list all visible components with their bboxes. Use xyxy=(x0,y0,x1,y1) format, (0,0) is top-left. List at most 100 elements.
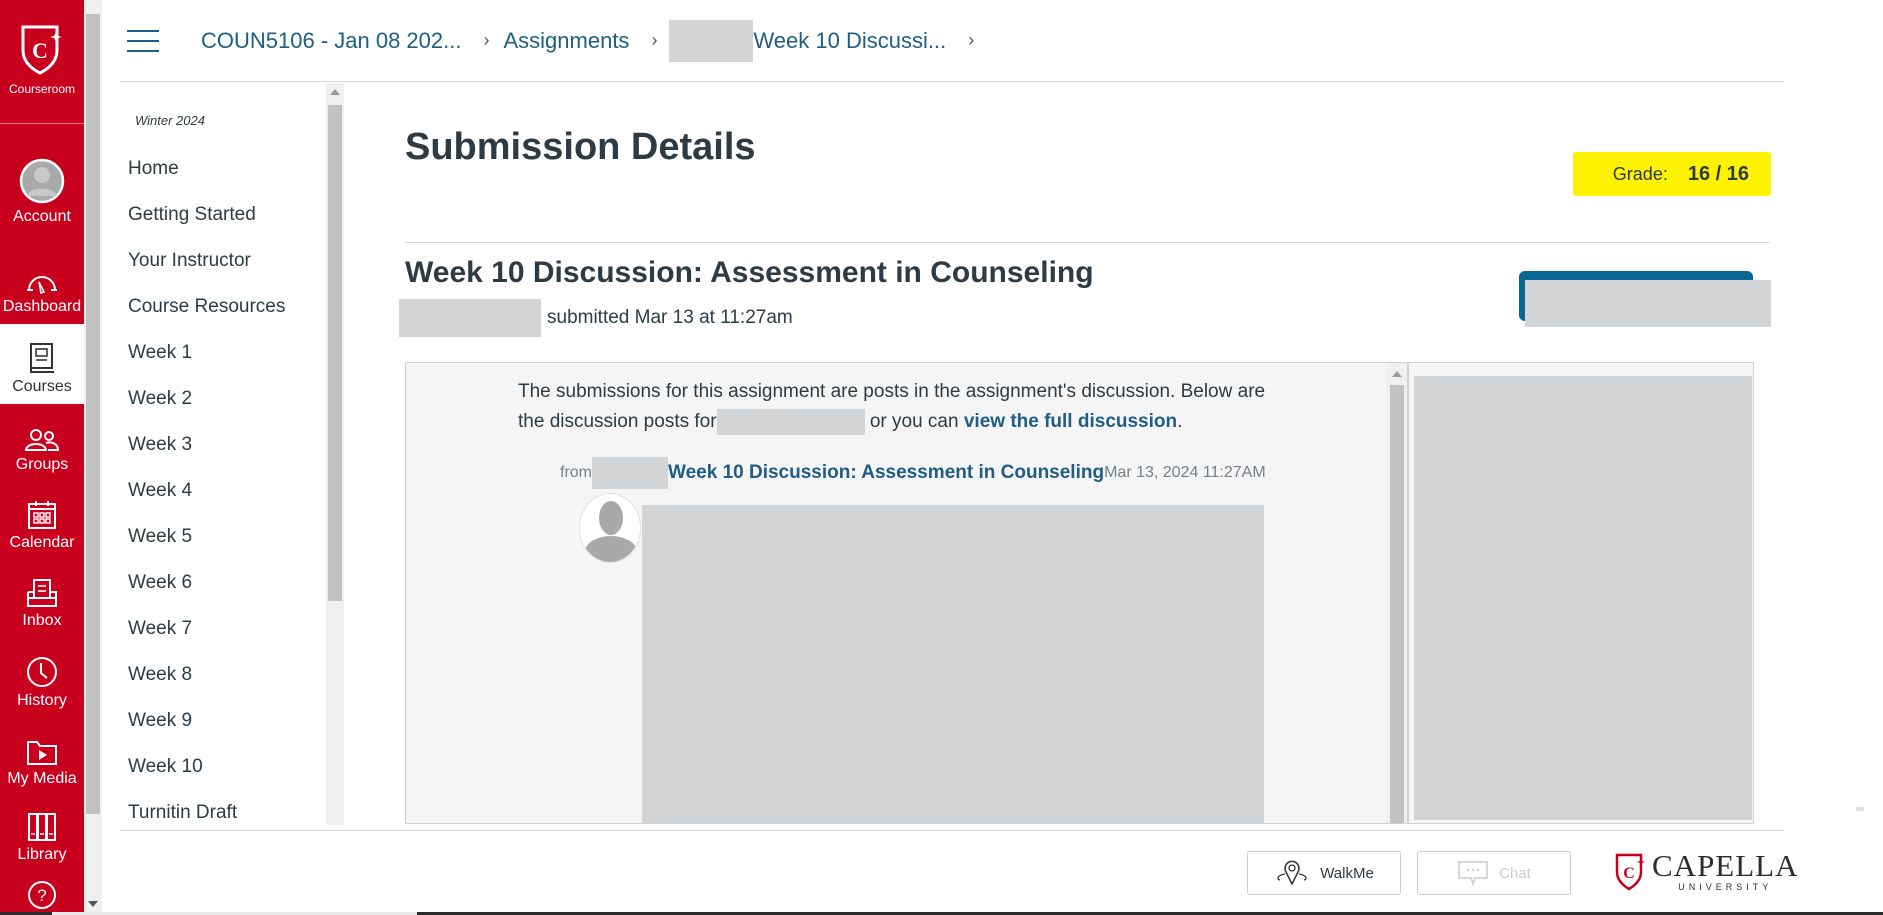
divider xyxy=(405,242,1770,243)
scroll-down-arrow-icon[interactable] xyxy=(88,901,98,907)
page-scrollbar[interactable] xyxy=(84,0,102,915)
help-question-icon: ? xyxy=(28,881,56,909)
default-avatar-icon xyxy=(585,501,637,562)
global-nav-help[interactable]: ? xyxy=(0,872,84,915)
hamburger-icon-line xyxy=(127,29,159,32)
global-nav-label: History xyxy=(17,692,67,709)
course-nav-week-7[interactable]: Week 7 xyxy=(128,618,192,640)
global-nav-inbox[interactable]: Inbox xyxy=(0,560,84,638)
breadcrumb-assignments[interactable]: Assignments xyxy=(503,28,629,54)
course-nav-week-6[interactable]: Week 6 xyxy=(128,572,192,594)
global-nav-label: Calendar xyxy=(9,534,75,551)
page-title: Submission Details xyxy=(405,126,756,168)
author-avatar[interactable] xyxy=(579,493,641,563)
svg-text:C: C xyxy=(1623,865,1635,882)
chat-button[interactable]: Chat xyxy=(1417,851,1571,895)
redacted-student-name xyxy=(716,408,865,435)
course-nav-getting-started[interactable]: Getting Started xyxy=(128,204,256,226)
global-nav-my-media[interactable]: My Media xyxy=(0,718,84,796)
walkme-label: WalkMe xyxy=(1320,864,1374,882)
library-books-icon xyxy=(28,813,56,841)
global-nav-label: Groups xyxy=(15,456,69,473)
calendar-icon xyxy=(28,501,56,529)
courseroom-logo-link[interactable]: C Courseroom xyxy=(0,0,84,124)
global-nav: C Courseroom Account Dashboard Courses G… xyxy=(0,0,84,915)
course-nav-week-2[interactable]: Week 2 xyxy=(128,388,192,410)
course-nav: Winter 2024 Home Getting Started Your In… xyxy=(120,83,346,825)
svg-text:C: C xyxy=(32,38,48,63)
grade-value: 16 / 16 xyxy=(1687,162,1749,185)
courseroom-label: Courseroom xyxy=(8,82,76,96)
breadcrumb-assignment[interactable]: Week 10 Discussi... xyxy=(753,28,946,54)
page-header: COUN5106 - Jan 08 202... › Assignments ›… xyxy=(120,0,1784,82)
redacted-action-label xyxy=(1525,280,1771,327)
submission-frame-scrollbar[interactable] xyxy=(1386,363,1407,823)
scroll-up-arrow-icon[interactable] xyxy=(330,89,340,95)
global-nav-groups[interactable]: Groups xyxy=(0,404,84,482)
global-nav-history[interactable]: History xyxy=(0,638,84,718)
page-scrollbar-thumb[interactable] xyxy=(86,14,100,814)
dashboard-gauge-icon xyxy=(27,276,57,294)
submission-meta: submitted Mar 13 at 11:27am xyxy=(399,299,793,337)
redacted-post-content xyxy=(642,505,1264,823)
hamburger-icon-line xyxy=(127,49,159,52)
account-avatar-icon xyxy=(19,158,65,204)
global-nav-account[interactable]: Account xyxy=(0,150,84,234)
course-nav-week-5[interactable]: Week 5 xyxy=(128,526,192,548)
redacted-student-name xyxy=(399,299,541,337)
grade-label: Grade: xyxy=(1612,163,1668,184)
chevron-right-icon: › xyxy=(968,30,975,50)
course-nav-course-resources[interactable]: Course Resources xyxy=(128,296,285,318)
course-nav-week-3[interactable]: Week 3 xyxy=(128,434,192,456)
grade-display: Grade: 16 / 16 xyxy=(1573,152,1771,196)
redacted-author xyxy=(592,457,668,489)
rubric-comments-panel xyxy=(1408,362,1754,824)
chevron-right-icon: › xyxy=(483,30,490,50)
scroll-up-arrow-icon[interactable] xyxy=(1392,371,1402,377)
walkme-pin-icon xyxy=(1277,860,1307,886)
submission-frame-scrollbar-thumb[interactable] xyxy=(1390,385,1404,823)
course-nav-week-8[interactable]: Week 8 xyxy=(128,664,192,686)
submission-frame: The submissions for this assignment are … xyxy=(405,362,1408,824)
intro-text-2: or you can xyxy=(869,411,959,432)
course-menu-toggle[interactable] xyxy=(127,29,159,52)
submitted-timestamp: submitted Mar 13 at 11:27am xyxy=(547,307,793,328)
global-nav-label: Courses xyxy=(12,378,72,395)
my-media-folder-icon xyxy=(27,741,57,765)
intro-end: . xyxy=(1177,411,1183,432)
course-nav-your-instructor[interactable]: Your Instructor xyxy=(128,250,251,272)
view-full-discussion-link[interactable]: view the full discussion xyxy=(964,411,1177,432)
global-nav-label: Library xyxy=(17,846,67,863)
breadcrumb: COUN5106 - Jan 08 202... › Assignments ›… xyxy=(201,19,988,62)
global-nav-courses[interactable]: Courses xyxy=(0,324,84,404)
course-nav-turnitin-draft[interactable]: Turnitin Draft xyxy=(128,802,237,824)
chat-bubble-icon xyxy=(1458,861,1488,886)
capella-shield-icon: C xyxy=(1615,853,1645,891)
course-nav-scrollbar-thumb[interactable] xyxy=(328,105,342,601)
decorative-mark xyxy=(1856,807,1864,811)
history-clock-icon xyxy=(27,657,57,687)
course-nav-week-4[interactable]: Week 4 xyxy=(128,480,192,502)
svg-text:?: ? xyxy=(37,886,46,905)
assignment-title: Week 10 Discussion: Assessment in Counse… xyxy=(405,256,1094,289)
chevron-right-icon: › xyxy=(651,30,658,50)
redacted-breadcrumb xyxy=(669,19,754,62)
breadcrumb-course[interactable]: COUN5106 - Jan 08 202... xyxy=(201,28,461,54)
course-nav-week-1[interactable]: Week 1 xyxy=(128,342,192,364)
global-nav-dashboard[interactable]: Dashboard xyxy=(0,234,84,324)
global-nav-label: Account xyxy=(13,208,71,225)
course-nav-scrollbar[interactable] xyxy=(326,83,344,825)
course-nav-home[interactable]: Home xyxy=(128,158,179,180)
course-nav-week-10[interactable]: Week 10 xyxy=(128,756,203,778)
walkme-button[interactable]: WalkMe xyxy=(1247,851,1401,895)
global-nav-label: Inbox xyxy=(22,612,62,629)
course-nav-week-9[interactable]: Week 9 xyxy=(128,710,192,732)
capella-wordmark: CAPELLA xyxy=(1652,848,1799,883)
footer-divider xyxy=(120,830,1784,831)
discussion-topic-link[interactable]: Week 10 Discussion: Assessment in Counse… xyxy=(668,462,1104,484)
global-nav-library[interactable]: Library xyxy=(0,796,84,872)
inbox-tray-icon xyxy=(27,579,57,607)
redacted-side-content xyxy=(1414,376,1752,820)
global-nav-calendar[interactable]: Calendar xyxy=(0,482,84,560)
capella-subtitle: UNIVERSITY xyxy=(1678,882,1773,892)
